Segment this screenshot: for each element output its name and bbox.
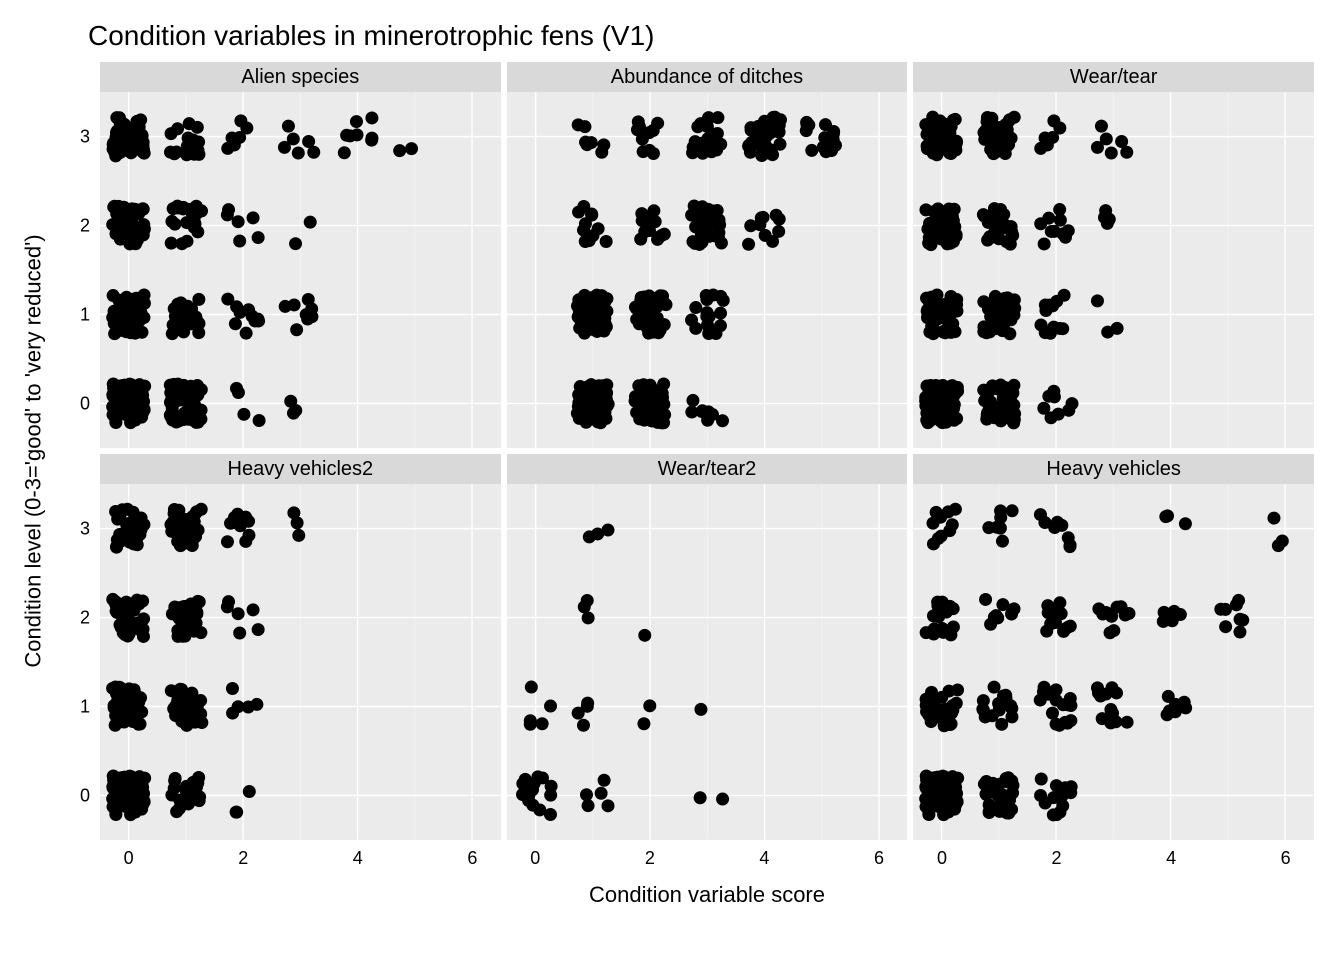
x-axis-ticks-c1: 0246 <box>100 846 501 876</box>
facet-panel <box>507 484 908 840</box>
facet-strip: Wear/tear2 <box>507 454 908 484</box>
facet-strip: Heavy vehicles2 <box>100 454 501 484</box>
x-axis-label: Condition variable score <box>100 882 1314 912</box>
y-axis-ticks-row2: 0123 <box>64 484 94 840</box>
chart-title: Condition variables in minerotrophic fen… <box>88 20 1314 52</box>
facet-1: Abundance of ditches <box>507 62 908 448</box>
facet-panel <box>100 484 501 840</box>
facet-3: Heavy vehicles2 <box>100 454 501 840</box>
facet-strip: Heavy vehicles <box>913 454 1314 484</box>
facet-panel <box>507 92 908 448</box>
facet-5: Heavy vehicles <box>913 454 1314 840</box>
x-axis-ticks-c2: 0246 <box>507 846 908 876</box>
facet-panel <box>913 484 1314 840</box>
facet-panel <box>100 92 501 448</box>
y-axis-label: Condition level (0-3='good' to 'very red… <box>10 62 58 840</box>
facet-0: Alien species <box>100 62 501 448</box>
facet-panel <box>913 92 1314 448</box>
y-axis-ticks-row1: 0123 <box>64 92 94 448</box>
facet-chart: Condition variables in minerotrophic fen… <box>10 20 1314 940</box>
facet-strip: Abundance of ditches <box>507 62 908 92</box>
facet-strip: Alien species <box>100 62 501 92</box>
facet-strip: Wear/tear <box>913 62 1314 92</box>
x-axis-ticks-c3: 0246 <box>913 846 1314 876</box>
facet-4: Wear/tear2 <box>507 454 908 840</box>
facet-2: Wear/tear <box>913 62 1314 448</box>
